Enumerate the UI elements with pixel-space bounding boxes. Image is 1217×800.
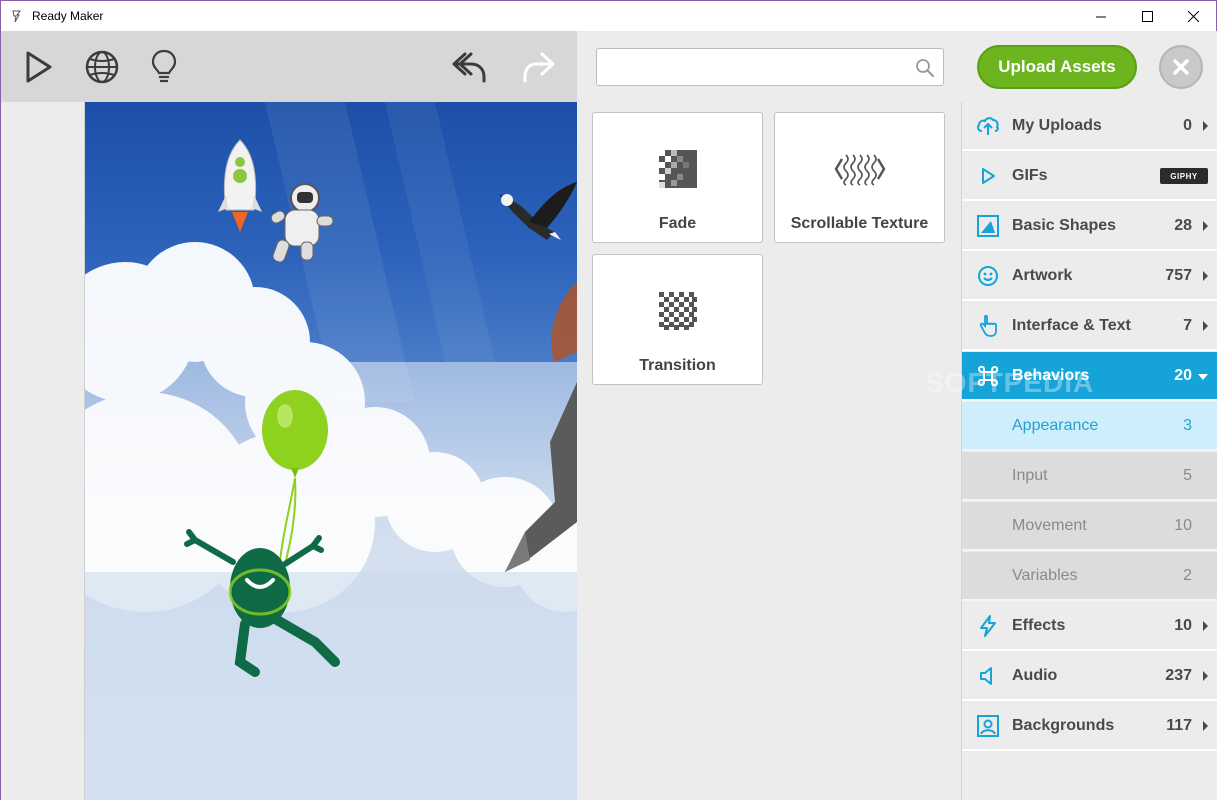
category-count: 757: [1165, 266, 1192, 284]
play-icon: [26, 51, 52, 83]
lightning-icon: [980, 615, 996, 637]
category-label: GIFs: [1012, 166, 1048, 184]
asset-card-transition[interactable]: Transition: [592, 254, 763, 385]
upload-assets-button[interactable]: Upload Assets: [977, 45, 1137, 89]
category-artwork[interactable]: Artwork 757: [962, 252, 1217, 301]
category-count: 237: [1165, 666, 1192, 684]
category-count: 117: [1166, 716, 1192, 734]
editor-toolbar: [1, 31, 577, 102]
play-outline-icon: [982, 168, 995, 184]
stage-margin: [1, 102, 85, 800]
category-count: 20: [1174, 366, 1192, 384]
game-stage[interactable]: [85, 102, 577, 800]
category-count: 0: [1183, 116, 1192, 134]
window-controls: [1078, 1, 1216, 31]
category-count: 10: [1174, 516, 1192, 534]
undo-button[interactable]: [449, 47, 489, 87]
card-label: Scrollable Texture: [790, 215, 929, 232]
publish-button[interactable]: [82, 47, 122, 87]
category-gifs[interactable]: GIFs GIPHY: [962, 152, 1217, 201]
stage-scene: [85, 102, 577, 800]
window-title: Ready Maker: [32, 9, 104, 23]
category-backgrounds[interactable]: Backgrounds 117: [962, 702, 1217, 751]
chevron-right-icon: [1203, 121, 1208, 131]
category-label: Backgrounds: [1012, 716, 1115, 734]
category-basic-shapes[interactable]: Basic Shapes 28: [962, 202, 1217, 251]
tips-button[interactable]: [144, 47, 184, 87]
category-label: Movement: [1012, 516, 1087, 534]
shapes-icon: [977, 215, 999, 237]
subcategory-movement[interactable]: Movement 10: [962, 502, 1217, 551]
undo-icon: [452, 52, 486, 83]
eagle-sprite: [499, 182, 577, 240]
search-input[interactable]: [597, 49, 907, 83]
chevron-right-icon: [1203, 621, 1208, 631]
chevron-right-icon: [1203, 721, 1208, 731]
category-count: 3: [1183, 416, 1192, 434]
search-icon: [916, 59, 934, 77]
speaker-icon: [980, 667, 992, 685]
rocket-sprite: [218, 139, 262, 232]
image-frame-icon: [977, 715, 999, 737]
globe-icon: [85, 50, 119, 84]
category-label: Appearance: [1012, 416, 1099, 434]
subcategory-appearance[interactable]: Appearance 3: [962, 402, 1217, 451]
maximize-icon: [1141, 10, 1153, 22]
category-sidebar: My Uploads 0 GIFs GIPHY Basic Shapes 28 …: [961, 102, 1217, 800]
title-bar: Ready Maker: [1, 1, 1216, 31]
asset-card-fade[interactable]: Fade: [592, 112, 763, 243]
category-label: My Uploads: [1012, 116, 1102, 134]
maximize-button[interactable]: [1124, 1, 1170, 31]
smiley-icon: [978, 266, 998, 286]
scrollable-texture-icon: [834, 154, 885, 186]
watermark-text: SOFTPEDIA: [925, 367, 1095, 398]
category-my-uploads[interactable]: My Uploads 0: [962, 102, 1217, 151]
close-panel-button[interactable]: [1159, 45, 1203, 89]
category-label: Audio: [1012, 666, 1058, 684]
category-label: Input: [1012, 466, 1048, 484]
subcategory-input[interactable]: Input 5: [962, 452, 1217, 501]
category-label: Artwork: [1012, 266, 1073, 284]
category-count: 28: [1174, 216, 1192, 234]
app-logo-icon: [12, 10, 21, 23]
play-button[interactable]: [19, 47, 59, 87]
chevron-down-icon: [1198, 374, 1208, 380]
category-label: Effects: [1012, 616, 1066, 634]
cloud-upload-icon: [977, 117, 999, 135]
app-window: Ready Maker Upload Assets Fade Scrollabl…: [0, 0, 1217, 800]
search-field[interactable]: [596, 48, 944, 86]
minimize-button[interactable]: [1078, 1, 1124, 31]
close-icon: [1187, 10, 1199, 22]
chevron-right-icon: [1203, 321, 1208, 331]
category-label: Basic Shapes: [1012, 216, 1117, 234]
redo-button[interactable]: [519, 47, 559, 87]
card-label: Fade: [658, 215, 697, 232]
chevron-right-icon: [1203, 221, 1208, 231]
category-count: 5: [1183, 466, 1192, 484]
subcategory-variables[interactable]: Variables 2: [962, 552, 1217, 601]
category-interface-text[interactable]: Interface & Text 7: [962, 302, 1217, 351]
giphy-badge: GIPHY: [1160, 168, 1208, 184]
category-effects[interactable]: Effects 10: [962, 602, 1217, 651]
category-count: 10: [1174, 616, 1192, 634]
fade-icon: [658, 150, 697, 188]
redo-icon: [523, 52, 555, 83]
category-label: Variables: [1012, 566, 1078, 584]
transition-icon: [658, 292, 697, 330]
chevron-right-icon: [1203, 271, 1208, 281]
hand-pointer-icon: [979, 315, 997, 337]
assets-panel: Upload Assets Fade Scrollable Texture Tr…: [577, 31, 1217, 800]
asset-card-scrollable-texture[interactable]: Scrollable Texture: [774, 112, 945, 243]
category-count: 7: [1183, 316, 1192, 334]
category-label: Interface & Text: [1012, 316, 1131, 334]
chevron-right-icon: [1203, 671, 1208, 681]
card-label: Transition: [639, 357, 716, 374]
lightbulb-icon: [151, 49, 177, 83]
close-icon: [1173, 59, 1189, 75]
category-count: 2: [1183, 566, 1192, 584]
close-window-button[interactable]: [1170, 1, 1216, 31]
category-audio[interactable]: Audio 237: [962, 652, 1217, 701]
minimize-icon: [1095, 16, 1106, 17]
